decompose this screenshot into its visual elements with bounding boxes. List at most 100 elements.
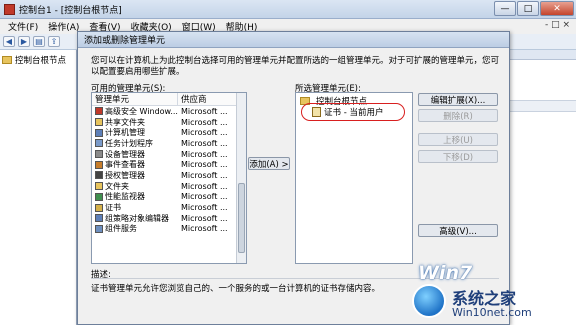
snapin-vendor: Microsoft ... [181, 128, 228, 138]
column-header-snapin[interactable]: 管理单元 [92, 93, 178, 105]
snapin-name: 共享文件夹 [105, 117, 145, 127]
snapin-name: 授权管理器 [105, 170, 145, 180]
snapin-vendor: Microsoft ... [181, 138, 228, 148]
snapin-vendor: Microsoft ... [181, 170, 228, 180]
tree-item-console-root[interactable]: 控制台根节点 [0, 50, 76, 70]
title-bar: 控制台1 - [控制台根节点] — □ ✕ [0, 0, 576, 19]
snapin-icon [95, 203, 103, 212]
snapin-name: 文件夹 [105, 181, 129, 191]
snapin-vendor: Microsoft ... [181, 106, 228, 116]
snapin-icon [95, 128, 103, 137]
snapin-list-item[interactable]: 设备管理器 Microsoft ... [92, 149, 246, 160]
highlight-circle [301, 103, 405, 121]
snapin-vendor: Microsoft ... [181, 192, 228, 202]
snapin-name: 性能监视器 [105, 192, 145, 202]
forward-icon[interactable]: ▶ [18, 36, 30, 47]
advanced-button[interactable]: 高级(V)... [418, 224, 498, 237]
snapin-name-cell: 计算机管理 [92, 127, 178, 138]
snapin-name: 事件查看器 [105, 160, 145, 170]
move-down-button[interactable]: 下移(D) [418, 150, 498, 163]
show-tree-icon[interactable]: ▤ [33, 36, 45, 47]
snapin-name-cell: 任务计划程序 [92, 138, 178, 149]
snapin-name: 计算机管理 [105, 128, 145, 138]
window-controls: — □ ✕ [494, 1, 574, 16]
snapin-vendor: Microsoft ... [181, 181, 228, 191]
snapin-list-item[interactable]: 任务计划程序 Microsoft ... [92, 138, 246, 149]
snapin-name-cell: 组策略对象编辑器 [92, 213, 178, 224]
dialog-title: 添加或删除管理单元 [78, 32, 509, 48]
maximize-button[interactable]: □ [517, 1, 539, 16]
list-header: 管理单元 供应商 [92, 93, 246, 106]
scope-pane: 控制台根节点 [0, 50, 77, 325]
watermark-logo [412, 284, 446, 318]
snapin-vendor: Microsoft ... [181, 203, 228, 213]
snapin-vendor: Microsoft ... [181, 160, 228, 170]
close-button[interactable]: ✕ [540, 1, 574, 16]
snapin-list-item[interactable]: 事件查看器 Microsoft ... [92, 159, 246, 170]
snapin-vendor: Microsoft ... [181, 149, 228, 159]
watermark-brand: Win7 [418, 262, 473, 284]
snapin-list-item[interactable]: 共享文件夹 Microsoft ... [92, 117, 246, 128]
snapin-list-item[interactable]: 文件夹 Microsoft ... [92, 181, 246, 192]
snapin-icon [95, 107, 103, 116]
snapin-icon [95, 214, 103, 223]
selected-snapins-list[interactable]: 控制台根节点 证书 - 当前用户 [295, 92, 413, 264]
folder-icon [2, 56, 12, 64]
snapin-icon [95, 139, 103, 148]
snapin-list-item[interactable]: 组件服务 Microsoft ... [92, 224, 246, 235]
mmc-app-icon [4, 3, 15, 15]
menu-file[interactable]: 文件(F) [3, 20, 43, 33]
snapin-icon [95, 150, 103, 159]
actions-pane [510, 50, 576, 325]
snapin-list-item[interactable]: 证书 Microsoft ... [92, 202, 246, 213]
back-icon[interactable]: ◀ [3, 36, 15, 47]
actions-pane-section [510, 100, 576, 112]
scrollbar-thumb[interactable] [238, 183, 245, 253]
edit-extensions-button[interactable]: 编辑扩展(X)... [418, 93, 498, 106]
snapin-vendor: Microsoft ... [181, 117, 228, 127]
snapin-name-cell: 证书 [92, 202, 178, 213]
description-text: 证书管理单元允许您浏览自己的、一个服务的或一台计算机的证书存储内容。 [91, 284, 381, 294]
snapin-name: 组策略对象编辑器 [105, 213, 169, 223]
add-button[interactable]: 添加(A) > [248, 157, 290, 170]
snapin-vendor: Microsoft ... [181, 213, 228, 223]
child-window-controls[interactable]: - □ × [545, 20, 570, 30]
snapin-name-cell: 事件查看器 [92, 159, 178, 170]
remove-button[interactable]: 删除(R) [418, 109, 498, 122]
snapin-list-item[interactable]: 计算机管理 Microsoft ... [92, 127, 246, 138]
snapin-list-item[interactable]: 性能监视器 Microsoft ... [92, 192, 246, 203]
snapin-name-cell: 授权管理器 [92, 170, 178, 181]
snapin-icon [95, 160, 103, 169]
snapin-name-cell: 组件服务 [92, 223, 178, 234]
snapin-name-cell: 性能监视器 [92, 191, 178, 202]
snapin-icon [95, 118, 103, 127]
snapin-list-item[interactable]: 组策略对象编辑器 Microsoft ... [92, 213, 246, 224]
move-up-button[interactable]: 上移(U) [418, 133, 498, 146]
snapin-name-cell: 共享文件夹 [92, 117, 178, 128]
snapin-vendor: Microsoft ... [181, 224, 228, 234]
available-snapins-list[interactable]: 管理单元 供应商 高级安全 Window... Microsoft ... 共享文件… [91, 92, 247, 264]
snapin-name: 设备管理器 [105, 149, 145, 159]
snapin-list-item[interactable]: 授权管理器 Microsoft ... [92, 170, 246, 181]
snapin-name: 任务计划程序 [105, 138, 153, 148]
snapin-icon [95, 171, 103, 180]
actions-pane-header [510, 50, 576, 60]
snapin-name-cell: 设备管理器 [92, 149, 178, 160]
watermark-url: Win10net.com [452, 306, 532, 319]
list-scrollbar[interactable] [236, 93, 246, 263]
snapin-name-cell: 文件夹 [92, 181, 178, 192]
snapin-list-item[interactable]: 高级安全 Window... Microsoft ... [92, 106, 246, 117]
export-icon[interactable]: ⇪ [48, 36, 60, 47]
snapin-icon [95, 192, 103, 201]
snapin-icon [95, 182, 103, 191]
snapin-name: 高级安全 Window... [105, 106, 178, 116]
minimize-button[interactable]: — [494, 1, 516, 16]
snapin-name: 证书 [105, 203, 121, 213]
snapin-icon [95, 224, 103, 233]
column-header-vendor[interactable]: 供应商 [178, 93, 236, 105]
tree-item-label: 控制台根节点 [15, 56, 67, 66]
dialog-description: 您可以在计算机上为此控制台选择可用的管理单元并配置所选的一组管理单元。对于可扩展… [91, 56, 500, 77]
snapin-name: 组件服务 [105, 224, 137, 234]
snapin-name-cell: 高级安全 Window... [92, 106, 178, 117]
window-title: 控制台1 - [控制台根节点] [19, 5, 122, 16]
